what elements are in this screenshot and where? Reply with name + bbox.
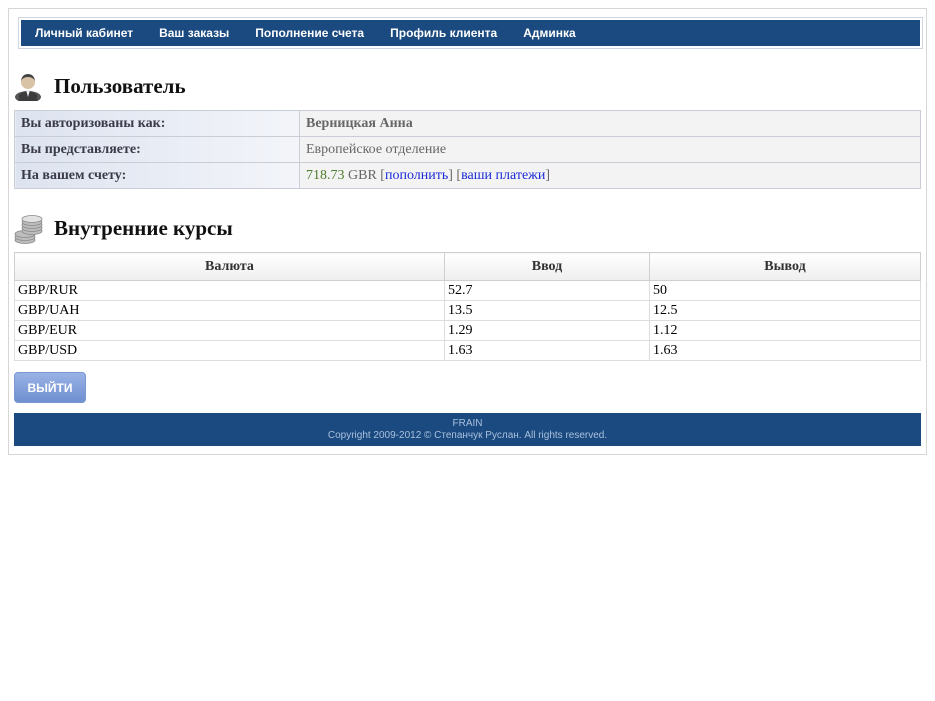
input-rate-cell: 13.5 bbox=[444, 300, 650, 321]
username-value: Верницкая Анна bbox=[299, 110, 921, 137]
logout-button[interactable]: ВЫЙТИ bbox=[14, 372, 86, 403]
output-rate-cell: 12.5 bbox=[649, 300, 921, 321]
department-value: Европейское отделение bbox=[299, 136, 921, 163]
table-row: GBP/UAH 13.5 12.5 bbox=[14, 300, 921, 321]
balance-value: 718.73 GBR [пополнить] [ваши платежи] bbox=[299, 162, 921, 189]
coins-icon bbox=[14, 213, 43, 244]
nav-item-orders[interactable]: Ваш заказы bbox=[159, 26, 229, 40]
footer: FRAIN Copyright 2009-2012 © Степанчук Ру… bbox=[14, 413, 921, 446]
currency-pair-cell: GBP/USD bbox=[14, 340, 445, 361]
topup-link[interactable]: пополнить bbox=[385, 168, 448, 183]
currency-pair-cell: GBP/RUR bbox=[14, 280, 445, 301]
table-row: GBP/USD 1.63 1.63 bbox=[14, 340, 921, 361]
footer-copyright: Copyright 2009-2012 © Степанчук Руслан. … bbox=[327, 430, 608, 441]
user-icon bbox=[14, 71, 42, 103]
input-rate-cell: 52.7 bbox=[444, 280, 650, 301]
column-header-currency: Валюта bbox=[14, 252, 445, 281]
top-nav: Личный кабинет Ваш заказы Пополнение сче… bbox=[21, 20, 920, 46]
column-header-output: Вывод bbox=[649, 252, 921, 281]
payments-link[interactable]: ваши платежи bbox=[461, 168, 545, 183]
balance-amount: 718.73 bbox=[306, 167, 345, 183]
rates-section-header: Внутренние курсы bbox=[14, 213, 233, 244]
currency-pair-cell: GBP/EUR bbox=[14, 320, 445, 341]
currency-pair-cell: GBP/UAH bbox=[14, 300, 445, 321]
table-row: GBP/RUR 52.7 50 bbox=[14, 280, 921, 301]
rates-table: Валюта Ввод Вывод GBP/RUR 52.7 50 GBP/UA… bbox=[14, 252, 921, 361]
output-rate-cell: 1.63 bbox=[649, 340, 921, 361]
nav-item-cabinet[interactable]: Личный кабинет bbox=[35, 26, 133, 40]
page-container: Личный кабинет Ваш заказы Пополнение сче… bbox=[8, 8, 927, 455]
output-rate-cell: 50 bbox=[649, 280, 921, 301]
input-rate-cell: 1.29 bbox=[444, 320, 650, 341]
user-section-header: Пользователь bbox=[14, 71, 186, 103]
table-row: GBP/EUR 1.29 1.12 bbox=[14, 320, 921, 341]
output-rate-cell: 1.12 bbox=[649, 320, 921, 341]
column-header-input: Ввод bbox=[444, 252, 650, 281]
user-section-title: Пользователь bbox=[54, 73, 186, 98]
balance-currency: GBR bbox=[348, 167, 377, 183]
table-row: Вы представляете: Европейское отделение bbox=[14, 136, 921, 163]
table-header-row: Валюта Ввод Вывод bbox=[14, 252, 921, 281]
top-nav-wrapper: Личный кабинет Ваш заказы Пополнение сче… bbox=[18, 17, 923, 49]
table-row: Вы авторизованы как: Верницкая Анна bbox=[14, 110, 921, 137]
footer-brand: FRAIN bbox=[452, 418, 483, 429]
info-label: Вы представляете: bbox=[14, 136, 300, 163]
table-row: На вашем счету: 718.73 GBR [пополнить] [… bbox=[14, 162, 921, 189]
nav-item-profile[interactable]: Профиль клиента bbox=[390, 26, 497, 40]
input-rate-cell: 1.63 bbox=[444, 340, 650, 361]
user-info-table: Вы авторизованы как: Верницкая Анна Вы п… bbox=[14, 110, 921, 189]
info-label: На вашем счету: bbox=[14, 162, 300, 189]
info-label: Вы авторизованы как: bbox=[14, 110, 300, 137]
nav-item-admin[interactable]: Админка bbox=[523, 26, 575, 40]
nav-item-topup[interactable]: Пополнение счета bbox=[255, 26, 364, 40]
rates-section-title: Внутренние курсы bbox=[54, 215, 233, 240]
